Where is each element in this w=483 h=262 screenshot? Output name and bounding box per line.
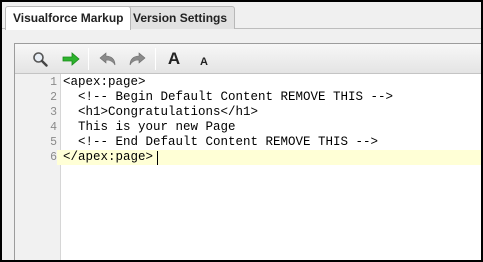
tab-visualforce-markup[interactable]: Visualforce Markup	[5, 6, 132, 30]
line-text: <apex:page>	[63, 75, 146, 89]
undo-button[interactable]	[97, 49, 119, 69]
search-button[interactable]	[29, 49, 51, 69]
code-line[interactable]: 2 <!-- Begin Default Content REMOVE THIS…	[15, 90, 481, 105]
toolbar-separator	[88, 48, 89, 70]
line-text: <!-- End Default Content REMOVE THIS -->	[63, 135, 379, 149]
line-text: </apex:page>	[63, 150, 154, 164]
editor-toolbar: A A	[15, 44, 481, 74]
line-number: 2	[50, 91, 57, 104]
code-line[interactable]: 5 <!-- End Default Content REMOVE THIS -…	[15, 135, 481, 150]
go-to-line-arrow-icon	[62, 52, 80, 66]
code-area[interactable]: 1 <apex:page> 2 <!-- Begin Default Conte…	[15, 74, 481, 260]
code-line-current[interactable]: 6 </apex:page>	[15, 150, 481, 165]
redo-button[interactable]	[126, 49, 148, 69]
line-text: This is your new Page	[63, 120, 236, 134]
text-cursor	[157, 151, 158, 165]
line-number: 6	[15, 150, 57, 165]
code-line[interactable]: 4 This is your new Page	[15, 120, 481, 135]
undo-icon	[99, 52, 116, 66]
decrease-font-icon: A	[200, 56, 208, 68]
line-text: <h1>Congratulations</h1>	[63, 105, 259, 119]
code-editor-panel: A A 1 <apex:page> 2 <!-- Begin Default C…	[14, 43, 481, 260]
line-number: 4	[50, 121, 57, 134]
increase-font-icon: A	[167, 49, 181, 68]
tab-version-settings[interactable]: Version Settings	[125, 6, 236, 29]
search-icon	[33, 52, 48, 67]
line-number: 3	[50, 106, 57, 119]
redo-icon	[129, 52, 146, 66]
increase-font-button[interactable]: A	[163, 49, 185, 69]
decrease-font-button[interactable]: A	[193, 52, 215, 72]
toolbar-separator	[155, 48, 156, 70]
line-text: <!-- Begin Default Content REMOVE THIS -…	[63, 90, 394, 104]
code-line[interactable]: 1 <apex:page>	[15, 75, 481, 90]
go-to-line-button[interactable]	[60, 49, 82, 69]
line-number: 5	[50, 136, 57, 149]
line-number: 1	[50, 76, 57, 89]
page-editor-window: Visualforce Markup Version Settings A A …	[2, 2, 481, 260]
tab-bar: Visualforce Markup Version Settings	[2, 2, 481, 30]
code-line[interactable]: 3 <h1>Congratulations</h1>	[15, 105, 481, 120]
